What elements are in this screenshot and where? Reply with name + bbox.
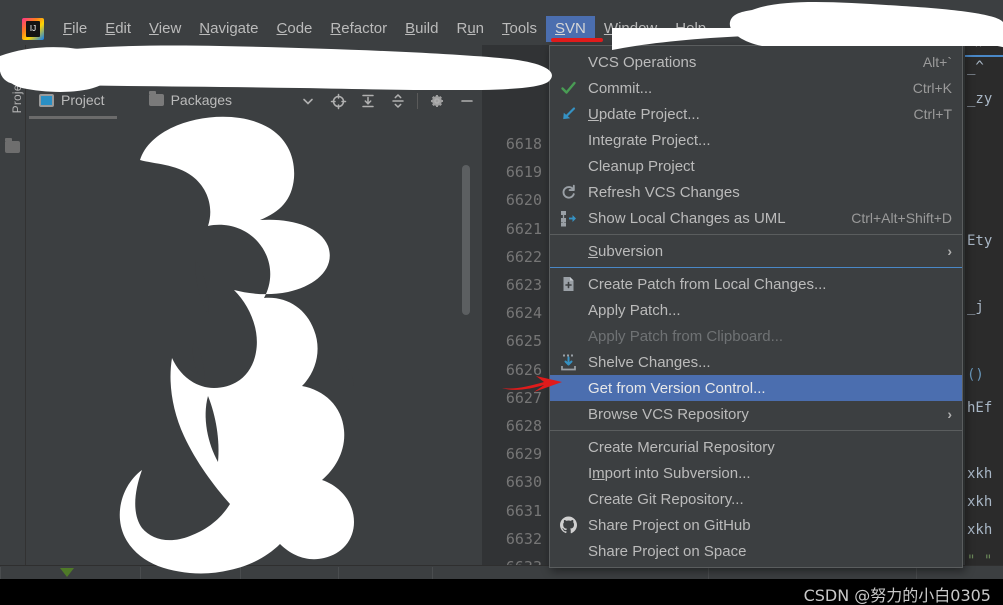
- line-number: 6621: [505, 219, 542, 238]
- check-icon: [559, 79, 578, 98]
- line-number: 6620: [505, 191, 542, 210]
- minimize-icon[interactable]: [452, 88, 482, 114]
- tool-window-strip-left: Project: [0, 45, 26, 565]
- chevron-right-icon: ›: [947, 243, 952, 259]
- menu-item-shortcut: Ctrl+Alt+Shift+D: [851, 210, 952, 226]
- menu-item-create-patch-from-local-changes[interactable]: Create Patch from Local Changes...: [550, 271, 962, 297]
- annotation-red-arrow: [502, 376, 562, 392]
- line-number: 6628: [505, 417, 542, 435]
- menu-item-apply-patch-from-clipboard: Apply Patch from Clipboard...: [550, 323, 962, 349]
- code-fragment: Ety: [967, 233, 993, 249]
- line-number: 6623: [505, 276, 542, 294]
- menu-item-shelve-changes[interactable]: Shelve Changes...: [550, 349, 962, 375]
- menu-item-shortcut: Ctrl+K: [912, 80, 952, 96]
- menu-item-shortcut: Ctrl+T: [913, 106, 953, 122]
- menu-item-create-mercurial-repository[interactable]: Create Mercurial Repository: [550, 434, 962, 460]
- menu-separator: [550, 430, 962, 431]
- editor-area[interactable]: ⌃ _^ _zy Ety _j () hEf xkh xkh xkh " ": [965, 45, 1003, 565]
- watermark-text: CSDN @努力的小白0305: [803, 586, 991, 605]
- line-number: 6624: [505, 304, 542, 323]
- menu-item-label: Create Git Repository...: [588, 490, 744, 508]
- menu-item-share-project-on-space[interactable]: Share Project on Space: [550, 538, 962, 564]
- svn-dropdown-menu: VCS Operations Alt+` Commit... Ctrl+K Update…: [549, 45, 963, 568]
- line-number: 6632: [505, 529, 542, 548]
- code-fragment: hEf: [967, 400, 993, 416]
- menu-item-label: Share Project on Space: [588, 542, 747, 560]
- redaction-stroke-menu-top: [612, 28, 1003, 50]
- line-number: 6630: [505, 473, 542, 492]
- line-number: 6619: [505, 163, 542, 182]
- menu-item-share-project-on-github[interactable]: Share Project on GitHub: [550, 512, 962, 538]
- menu-item-subversion[interactable]: Subversion ›: [550, 238, 962, 264]
- code-fragment: xkh: [967, 494, 993, 510]
- logo-text: IJ: [26, 21, 40, 37]
- menu-item-label: Shelve Changes...: [588, 353, 711, 371]
- shelve-icon: [559, 353, 578, 372]
- line-number: 6625: [505, 332, 542, 351]
- menu-item-label: Subversion: [588, 242, 664, 260]
- menu-item-show-local-changes-as-uml[interactable]: Show Local Changes as UML Ctrl+Alt+Shift+…: [550, 205, 962, 231]
- menu-item-label: Cleanup Project: [588, 157, 695, 175]
- code-fragment: (): [967, 367, 984, 383]
- menu-item-label: Update Project...: [588, 105, 700, 123]
- github-icon: [559, 516, 578, 535]
- chevron-right-icon: ›: [947, 406, 952, 422]
- code-fragment: _j: [967, 299, 984, 315]
- menu-item-label: Show Local Changes as UML: [588, 209, 786, 227]
- menu-item-label: Get from Version Control...: [588, 379, 766, 397]
- refresh-icon: [559, 183, 578, 202]
- menu-item-update-project[interactable]: Update Project... Ctrl+T: [550, 101, 962, 127]
- menu-item-browse-vcs-repository[interactable]: Browse VCS Repository ›: [550, 401, 962, 427]
- menu-item-refresh-vcs-changes[interactable]: Refresh VCS Changes: [550, 179, 962, 205]
- intellij-window: IJ File Edit View Navigate Code Refactor Build…: [0, 0, 1003, 605]
- code-fragment: " ": [967, 553, 993, 565]
- menu-item-label: Commit...: [588, 79, 653, 97]
- menu-item-label: Refresh VCS Changes: [588, 183, 740, 201]
- code-fragment: xkh: [967, 522, 993, 538]
- line-number: 6622: [505, 247, 542, 266]
- menu-separator: [550, 267, 962, 268]
- code-fragment: _zy: [967, 91, 993, 107]
- menu-item-label: Apply Patch from Clipboard...: [588, 327, 784, 345]
- update-arrow-icon: [559, 105, 578, 124]
- project-scrollbar[interactable]: [462, 165, 470, 315]
- menu-item-create-git-repository[interactable]: Create Git Repository...: [550, 486, 962, 512]
- redaction-stroke-left-small: [0, 47, 114, 92]
- status-marker-icon: [60, 568, 74, 577]
- code-fragment: xkh: [967, 466, 993, 482]
- menu-item-apply-patch[interactable]: Apply Patch...: [550, 297, 962, 323]
- line-number: 6631: [505, 501, 542, 520]
- line-number: 6629: [505, 445, 542, 464]
- menu-item-label: Integrate Project...: [588, 131, 711, 149]
- folder-icon[interactable]: [5, 138, 20, 153]
- uml-icon: [559, 209, 578, 228]
- menu-item-label: Browse VCS Repository: [588, 405, 749, 423]
- menu-item-label: Apply Patch...: [588, 301, 681, 319]
- code-fragment: _^: [967, 59, 984, 75]
- menu-item-label: Create Patch from Local Changes...: [588, 275, 827, 293]
- menu-item-label: Import into Subversion...: [588, 464, 751, 482]
- menu-item-import-into-subversion[interactable]: Import into Subversion...: [550, 460, 962, 486]
- menu-item-commit[interactable]: Commit... Ctrl+K: [550, 75, 962, 101]
- patch-icon: [559, 275, 578, 294]
- menu-item-label: Share Project on GitHub: [588, 516, 751, 534]
- editor-gutter: 6618 6619 6620 6621 6622 6623 6624 6625 6626 6627…: [482, 45, 550, 576]
- menu-item-integrate-project[interactable]: Integrate Project...: [550, 127, 962, 153]
- menu-separator: [550, 234, 962, 235]
- menu-item-get-from-version-control[interactable]: Get from Version Control...: [550, 375, 962, 401]
- menu-item-cleanup-project[interactable]: Cleanup Project: [550, 153, 962, 179]
- redaction-stroke-project-tree: [119, 116, 354, 574]
- intellij-logo-icon: IJ: [22, 18, 44, 40]
- line-number: 6618: [505, 135, 542, 153]
- menu-item-label: Create Mercurial Repository: [588, 438, 775, 456]
